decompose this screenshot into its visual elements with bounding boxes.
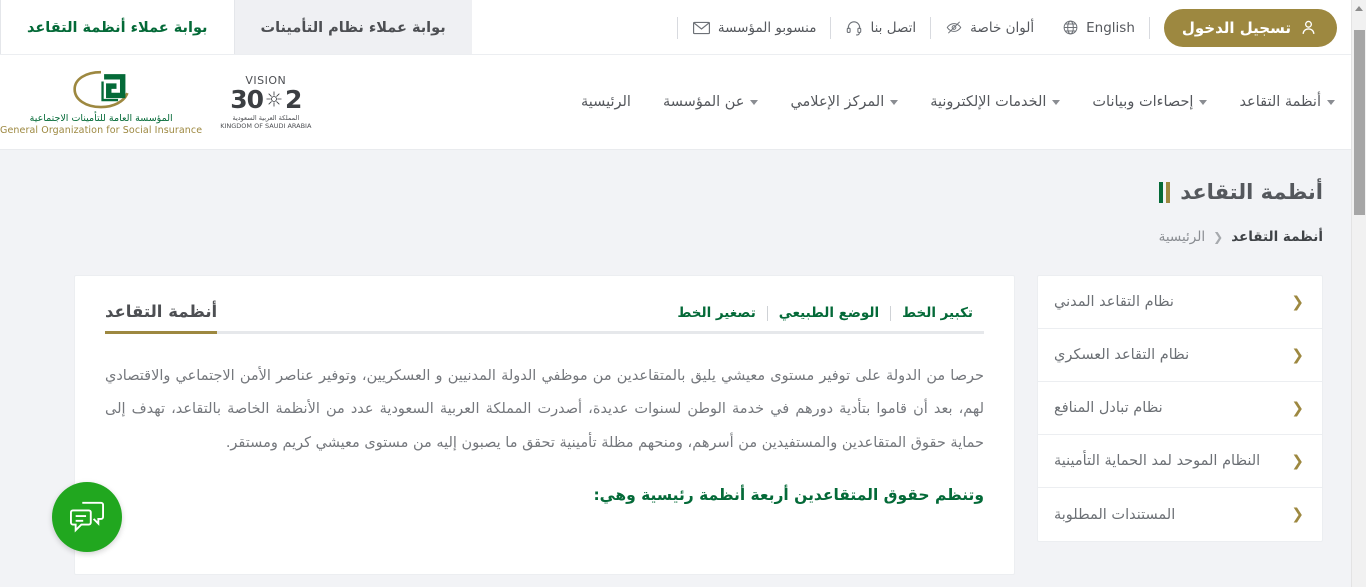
page-title-text: أنظمة التقاعد xyxy=(1180,180,1323,204)
normal-font-button[interactable]: الوضع الطبيعي xyxy=(768,306,892,321)
sidebar-item-label: نظام التقاعد المدني xyxy=(1054,294,1174,310)
nav-item-pension-systems[interactable]: أنظمة التقاعد xyxy=(1223,84,1351,120)
vision-subtitle: المملكة العربية السعودية KINGDOM OF SAUD… xyxy=(220,114,311,130)
increase-font-button[interactable]: تكبير الخط xyxy=(891,306,984,321)
portal-tab-insurance-label: بوابة عملاء نظام التأمينات xyxy=(260,19,446,36)
vision-sub-en: KINGDOM OF SAUDI ARABIA xyxy=(220,122,312,130)
login-label: تسجيل الدخول xyxy=(1181,18,1291,37)
vision-number: 2 30 xyxy=(230,84,302,114)
breadcrumb-separator-icon: ❮ xyxy=(1213,230,1224,244)
gosi-logo[interactable]: المؤسسة العامة للتأمينات الاجتماعية Gene… xyxy=(0,69,202,136)
scrollbar-thumb[interactable] xyxy=(1354,30,1365,215)
card-title: أنظمة التقاعد xyxy=(105,302,218,334)
chevron-down-icon xyxy=(750,99,759,105)
globe-icon xyxy=(1062,19,1079,36)
nav-label: الخدمات الإلكترونية xyxy=(930,94,1047,110)
utility-item-special-colors[interactable]: ألوان خاصة xyxy=(930,16,1048,39)
utility-item-contact-us[interactable]: اتصل بنا xyxy=(830,16,930,39)
sidebar-item-unified-protection[interactable]: النظام الموحد لمد الحماية التأمينية ❮ xyxy=(1038,435,1322,488)
sidebar-item-required-documents[interactable]: المستندات المطلوبة ❮ xyxy=(1038,488,1322,541)
breadcrumb-home-link[interactable]: الرئيسية xyxy=(1159,229,1206,245)
gosi-emblem-icon xyxy=(73,70,129,108)
nav-item-home[interactable]: الرئيسية xyxy=(565,84,647,120)
scroll-up-arrow-icon[interactable] xyxy=(1352,0,1366,17)
headset-icon xyxy=(845,19,863,36)
chevron-left-icon: ❮ xyxy=(1291,505,1304,523)
content-card: أنظمة التقاعد تكبير الخط الوضع الطبيعي ت… xyxy=(74,275,1015,575)
sidebar-item-label: نظام التقاعد العسكري xyxy=(1054,347,1190,363)
font-size-controls: تكبير الخط الوضع الطبيعي تصغير الخط xyxy=(666,306,984,321)
chat-bubbles-icon xyxy=(70,501,104,533)
vision-num-right: 30 xyxy=(230,84,264,114)
main-navigation: أنظمة التقاعد إحصاءات وبيانات الخدمات ال… xyxy=(545,84,1351,120)
page-root: تسجيل الدخول English ألوان خاصة اتصل بنا… xyxy=(0,0,1351,587)
nav-label: أنظمة التقاعد xyxy=(1239,94,1321,110)
utility-item-english[interactable]: English xyxy=(1048,17,1149,39)
special-colors-label: ألوان خاصة xyxy=(970,19,1035,36)
site-header: أنظمة التقاعد إحصاءات وبيانات الخدمات ال… xyxy=(0,55,1351,150)
english-label: English xyxy=(1086,19,1135,36)
nav-item-media-center[interactable]: المركز الإعلامي xyxy=(774,84,914,120)
chevron-down-icon xyxy=(1199,99,1208,105)
contact-us-label: اتصل بنا xyxy=(870,19,917,36)
eye-slash-icon xyxy=(945,19,963,36)
nav-label: المركز الإعلامي xyxy=(790,94,885,110)
user-icon xyxy=(1300,19,1317,36)
chevron-left-icon: ❮ xyxy=(1291,451,1304,470)
content-area: نظام التقاعد المدني ❮ نظام التقاعد العسك… xyxy=(0,245,1351,575)
portal-tab-insurance[interactable]: بوابة عملاء نظام التأمينات xyxy=(233,0,472,55)
page-scrollbar[interactable] xyxy=(1351,0,1366,587)
card-header: أنظمة التقاعد تكبير الخط الوضع الطبيعي ت… xyxy=(105,302,984,334)
sidebar-item-military-pension[interactable]: نظام التقاعد العسكري ❮ xyxy=(1038,329,1322,382)
sidebar-item-label: نظام تبادل المنافع xyxy=(1054,400,1163,416)
nav-item-e-services[interactable]: الخدمات الإلكترونية xyxy=(914,84,1076,120)
chevron-left-icon: ❮ xyxy=(1291,292,1304,311)
utility-divider xyxy=(1148,16,1150,39)
gosi-english-name: General Organization for Social Insuranc… xyxy=(0,124,203,136)
top-utility-bar: تسجيل الدخول English ألوان خاصة اتصل بنا… xyxy=(0,0,1351,55)
decrease-font-button[interactable]: تصغير الخط xyxy=(666,306,768,321)
page-title: أنظمة التقاعد xyxy=(0,180,1323,204)
sidebar-item-civil-pension[interactable]: نظام التقاعد المدني ❮ xyxy=(1038,276,1322,329)
sidebar-item-label: النظام الموحد لمد الحماية التأمينية xyxy=(1054,453,1261,469)
chevron-down-icon xyxy=(1327,99,1335,105)
login-button[interactable]: تسجيل الدخول xyxy=(1163,8,1337,47)
chevron-down-icon xyxy=(1052,99,1061,105)
nav-item-statistics[interactable]: إحصاءات وبيانات xyxy=(1076,84,1223,120)
portal-tabs: بوابة عملاء نظام التأمينات بوابة عملاء أ… xyxy=(0,0,472,55)
vision-sub-ar: المملكة العربية السعودية xyxy=(232,113,300,122)
utility-item-staff[interactable]: منسوبو المؤسسة xyxy=(676,16,831,39)
envelope-icon xyxy=(692,20,711,36)
title-zone: أنظمة التقاعد أنظمة التقاعد ❮ الرئيسية xyxy=(0,150,1351,245)
nav-label: عن المؤسسة xyxy=(662,94,745,110)
sidebar-item-label: المستندات المطلوبة xyxy=(1054,506,1176,523)
card-subheading: وتنظم حقوق المتقاعدين أربعة أنظمة رئيسية… xyxy=(593,486,984,505)
card-paragraph: حرصا من الدولة على توفير مستوى معيشي يلي… xyxy=(105,368,984,451)
nav-item-about[interactable]: عن المؤسسة xyxy=(647,84,774,120)
sidebar-menu: نظام التقاعد المدني ❮ نظام التقاعد العسك… xyxy=(1037,275,1323,542)
staff-label: منسوبو المؤسسة xyxy=(717,19,817,36)
sidebar-item-benefit-exchange[interactable]: نظام تبادل المنافع ❮ xyxy=(1038,382,1322,435)
gosi-arabic-name: المؤسسة العامة للتأمينات الاجتماعية xyxy=(29,112,173,124)
brand-logos: VISION 2 30 المملكة العربية السعودية KIN… xyxy=(0,69,339,136)
breadcrumb: أنظمة التقاعد ❮ الرئيسية xyxy=(0,229,1323,245)
portal-tab-pension-label: بوابة عملاء أنظمة التقاعد xyxy=(27,19,208,36)
utility-links: تسجيل الدخول English ألوان خاصة اتصل بنا… xyxy=(661,0,1351,55)
chevron-left-icon: ❮ xyxy=(1291,345,1304,364)
title-accent-bars-icon xyxy=(1159,181,1171,203)
portal-tab-pension[interactable]: بوابة عملاء أنظمة التقاعد xyxy=(0,0,234,55)
chevron-left-icon: ❮ xyxy=(1291,398,1304,417)
chevron-down-icon xyxy=(890,99,899,105)
chat-widget-button[interactable] xyxy=(52,482,122,552)
vision-2030-logo[interactable]: VISION 2 30 المملكة العربية السعودية KIN… xyxy=(220,74,311,130)
vision-num-left: 2 xyxy=(285,84,302,114)
breadcrumb-current: أنظمة التقاعد xyxy=(1231,229,1323,245)
nav-label: الرئيسية xyxy=(581,94,631,110)
nav-label: إحصاءات وبيانات xyxy=(1092,94,1194,110)
